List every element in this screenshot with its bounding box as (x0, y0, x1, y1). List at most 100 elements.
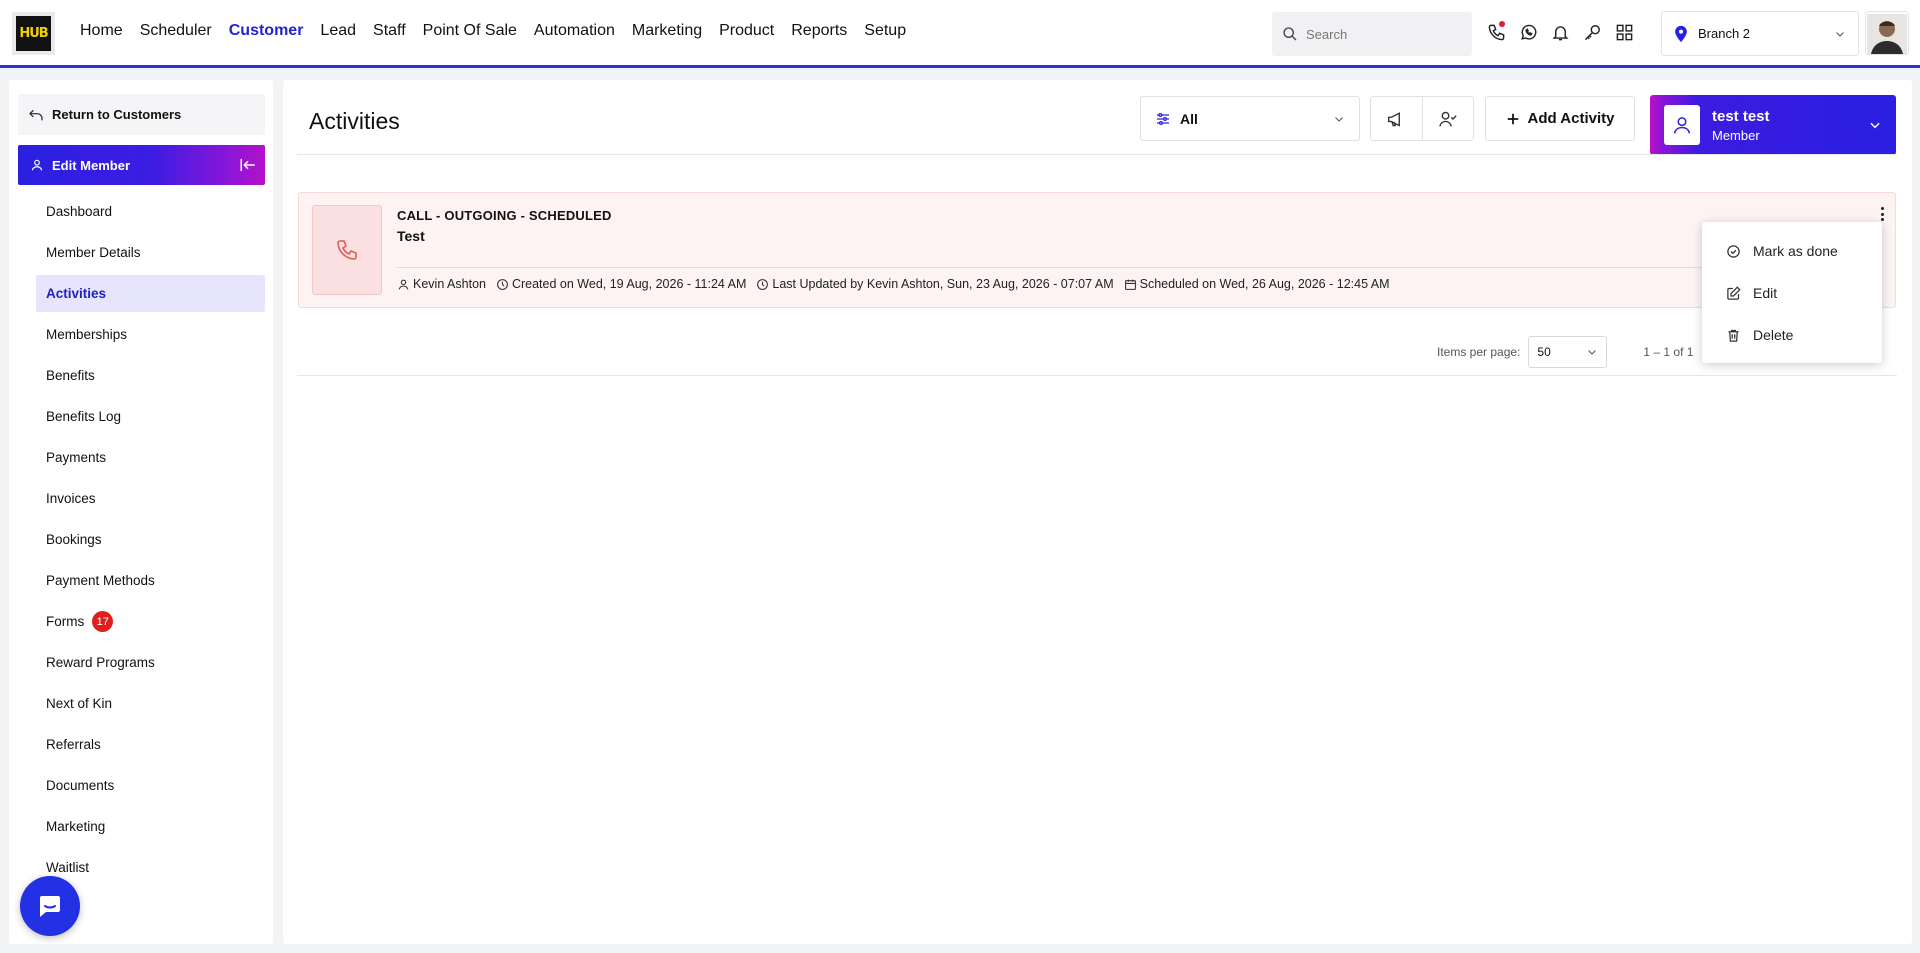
paginator: Items per page: 50 1 – 1 of 1 (1437, 336, 1693, 368)
user-check-icon (1438, 111, 1457, 127)
page-size-select[interactable]: 50 (1528, 336, 1608, 368)
activity-card[interactable]: CALL - OUTGOING - SCHEDULED Test Kevin A… (298, 192, 1896, 308)
sidebar-item-label: Referrals (46, 737, 101, 752)
more-options-icon[interactable] (1876, 204, 1888, 224)
sidebar-item-member-details[interactable]: Member Details (36, 234, 265, 271)
trash-icon (1728, 329, 1739, 342)
activity-actions-menu: Mark as done Edit Delete (1702, 222, 1882, 363)
edit-menu-item[interactable]: Edit (1702, 272, 1882, 314)
edit-member-header: Edit Member (18, 145, 265, 185)
count-badge: 17 (92, 611, 114, 632)
sidebar-item-label: Benefits Log (46, 409, 122, 424)
sidebar-item-bookings[interactable]: Bookings (36, 521, 265, 558)
edit-member-label: Edit Member (52, 157, 131, 173)
nav-staff[interactable]: Staff (373, 22, 406, 40)
nav-product[interactable]: Product (719, 22, 774, 40)
branch-label: Branch 2 (1698, 26, 1751, 41)
member-avatar (1664, 105, 1700, 145)
nav-marketing[interactable]: Marketing (632, 22, 702, 40)
activity-divider (397, 267, 1877, 268)
sidebar-item-waitlist[interactable]: Waitlist (36, 849, 265, 886)
nav-scheduler[interactable]: Scheduler (140, 22, 212, 40)
sidebar-item-payment-methods[interactable]: Payment Methods (36, 562, 265, 599)
sidebar-item-label: Next of Kin (46, 696, 113, 711)
activity-meta: Kevin Ashton Created on Wed, 19 Aug, 202… (397, 277, 1400, 291)
user-icon (31, 159, 43, 171)
filter-value: All (1180, 110, 1198, 127)
chat-launcher-button[interactable] (20, 876, 80, 936)
top-icons (1486, 20, 1634, 44)
mark-as-done-menu-item[interactable]: Mark as done (1702, 230, 1882, 272)
whatsapp-icon[interactable] (1518, 20, 1538, 44)
delete-menu-item[interactable]: Delete (1702, 314, 1882, 356)
phone-icon (337, 240, 357, 260)
activity-filter-select[interactable]: All (1140, 96, 1360, 141)
sidebar-item-label: Payment Methods (46, 573, 155, 588)
chevron-down-icon (1870, 122, 1880, 129)
sidebar-item-forms[interactable]: Forms 17 (36, 603, 265, 640)
paginator-divider (297, 375, 1897, 376)
activity-created: Created on Wed, 19 Aug, 2026 - 11:24 AM (511, 277, 747, 291)
announce-button[interactable] (1371, 97, 1422, 140)
nav-customer[interactable]: Customer (229, 22, 304, 40)
search-input[interactable] (1306, 26, 1466, 42)
megaphone-icon (1388, 111, 1401, 127)
search-icon (1283, 27, 1297, 41)
sidebar-item-dashboard[interactable]: Dashboard (36, 193, 265, 230)
nav-home[interactable]: Home (80, 22, 123, 40)
sidebar-item-marketing[interactable]: Marketing (36, 808, 265, 845)
assign-user-button[interactable] (1421, 97, 1474, 140)
return-arrow-icon (29, 109, 43, 120)
sidebar-item-memberships[interactable]: Memberships (36, 316, 265, 353)
sidebar-item-label: Documents (46, 778, 115, 793)
sidebar-item-reward-programs[interactable]: Reward Programs (36, 644, 265, 681)
member-sidebar: Return to Customers Edit Member Dashboar… (9, 80, 273, 944)
check-circle-icon (1727, 244, 1740, 258)
nav-automation[interactable]: Automation (534, 22, 615, 40)
fitness-hub-logo[interactable]: HUB (12, 12, 55, 55)
activity-type: CALL - OUTGOING - SCHEDULED (397, 208, 612, 223)
plus-icon (1507, 113, 1518, 124)
member-switcher[interactable]: test test Member (1650, 95, 1896, 155)
collapse-sidebar-icon[interactable] (239, 157, 257, 173)
chevron-down-icon (1836, 31, 1844, 37)
sidebar-item-referrals[interactable]: Referrals (36, 726, 265, 763)
notification-dot (1499, 21, 1505, 27)
page-range: 1 – 1 of 1 (1643, 345, 1694, 359)
chevron-down-icon (1335, 116, 1343, 122)
sidebar-item-label: Activities (46, 286, 107, 301)
member-name: test test (1712, 107, 1770, 125)
user-avatar[interactable] (1865, 11, 1909, 55)
filter-sliders-icon (1157, 112, 1169, 125)
return-to-customers-button[interactable]: Return to Customers (18, 94, 265, 135)
header-divider (297, 154, 1897, 155)
nav-lead[interactable]: Lead (320, 22, 356, 40)
sidebar-item-benefits-log[interactable]: Benefits Log (36, 398, 265, 435)
sidebar-item-label: Forms (46, 614, 85, 629)
sidebar-item-label: Dashboard (46, 204, 113, 219)
nav-setup[interactable]: Setup (864, 22, 906, 40)
key-icon[interactable] (1582, 20, 1602, 44)
phone-icon[interactable] (1486, 20, 1506, 44)
sidebar-item-documents[interactable]: Documents (36, 767, 265, 804)
sidebar-item-benefits[interactable]: Benefits (36, 357, 265, 394)
items-per-page-label: Items per page: (1437, 345, 1521, 359)
add-activity-button[interactable]: Add Activity (1485, 96, 1635, 141)
search-box[interactable] (1272, 12, 1472, 56)
nav-reports[interactable]: Reports (791, 22, 847, 40)
nav-point-of-sale[interactable]: Point Of Sale (423, 22, 517, 40)
bell-icon[interactable] (1550, 20, 1570, 44)
sidebar-item-label: Invoices (46, 491, 96, 506)
branch-selector[interactable]: Branch 2 (1661, 11, 1859, 56)
activity-owner: Kevin Ashton (413, 277, 486, 291)
edit-icon (1727, 285, 1741, 300)
main-content: Activities All Add Activity test test Me… (283, 80, 1912, 944)
chat-icon (40, 896, 60, 917)
sidebar-item-invoices[interactable]: Invoices (36, 480, 265, 517)
sidebar-item-label: Waitlist (46, 860, 89, 875)
clock-icon (497, 278, 508, 290)
apps-grid-icon[interactable] (1614, 20, 1634, 44)
sidebar-item-payments[interactable]: Payments (36, 439, 265, 476)
sidebar-item-activities[interactable]: Activities (36, 275, 265, 312)
sidebar-item-next-of-kin[interactable]: Next of Kin (36, 685, 265, 722)
